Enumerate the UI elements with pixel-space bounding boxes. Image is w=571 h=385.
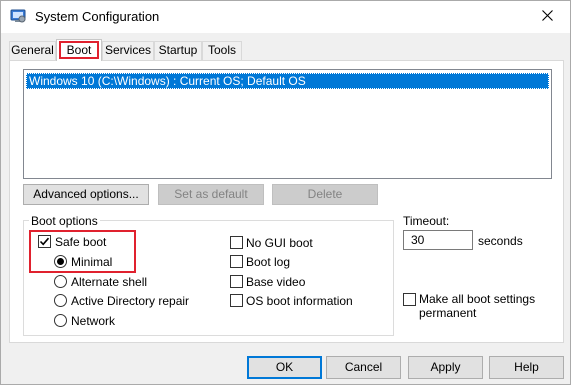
alternate-shell-radio[interactable] xyxy=(54,275,67,288)
ok-button[interactable]: OK xyxy=(247,356,322,379)
system-configuration-window: System Configuration General Boot Servic… xyxy=(0,0,571,385)
no-gui-boot-checkbox[interactable] xyxy=(230,236,243,249)
make-permanent-label-line2: permanent xyxy=(419,306,477,320)
base-video-checkbox[interactable] xyxy=(230,275,243,288)
alternate-shell-label: Alternate shell xyxy=(71,275,148,289)
os-list[interactable]: Windows 10 (C:\Windows) : Current OS; De… xyxy=(23,69,552,179)
title-bar[interactable]: System Configuration xyxy=(1,1,570,33)
radio-selected-dot xyxy=(57,258,64,265)
network-radio[interactable] xyxy=(54,314,67,327)
tab-tools[interactable]: Tools xyxy=(202,41,242,60)
minimal-label: Minimal xyxy=(71,255,113,269)
minimal-radio[interactable] xyxy=(54,255,67,268)
active-directory-repair-radio[interactable] xyxy=(54,294,67,307)
window-title: System Configuration xyxy=(35,9,160,24)
tab-general[interactable]: General xyxy=(9,41,56,60)
no-gui-boot-label: No GUI boot xyxy=(246,236,313,250)
delete-button[interactable]: Delete xyxy=(272,184,378,205)
tab-boot[interactable]: Boot xyxy=(56,39,102,61)
timeout-unit-label: seconds xyxy=(478,234,523,248)
make-permanent-checkbox[interactable] xyxy=(403,293,416,306)
base-video-label: Base video xyxy=(246,275,306,289)
apply-button[interactable]: Apply xyxy=(408,356,483,379)
boot-log-checkbox[interactable] xyxy=(230,255,243,268)
os-list-item[interactable]: Windows 10 (C:\Windows) : Current OS; De… xyxy=(26,73,549,89)
close-icon xyxy=(541,10,553,24)
safe-boot-label: Safe boot xyxy=(55,235,107,249)
os-boot-information-checkbox[interactable] xyxy=(230,294,243,307)
tab-services[interactable]: Services xyxy=(102,41,154,60)
msconfig-icon xyxy=(10,8,26,24)
timeout-label: Timeout: xyxy=(403,214,450,228)
boot-log-label: Boot log xyxy=(246,255,291,269)
network-label: Network xyxy=(71,314,116,328)
cancel-button[interactable]: Cancel xyxy=(326,356,401,379)
help-button[interactable]: Help xyxy=(489,356,564,379)
checkmark-icon xyxy=(39,237,50,246)
make-permanent-label-line1: Make all boot settings xyxy=(419,292,536,306)
safe-boot-checkbox[interactable] xyxy=(38,235,51,248)
boot-options-label: Boot options xyxy=(29,214,100,228)
timeout-input[interactable]: 30 xyxy=(403,230,473,250)
close-button[interactable] xyxy=(524,1,570,33)
set-as-default-button[interactable]: Set as default xyxy=(158,184,264,205)
active-directory-repair-label: Active Directory repair xyxy=(71,294,190,308)
os-boot-information-label: OS boot information xyxy=(246,294,353,308)
tab-startup[interactable]: Startup xyxy=(154,41,202,60)
advanced-options-button[interactable]: Advanced options... xyxy=(23,184,149,205)
